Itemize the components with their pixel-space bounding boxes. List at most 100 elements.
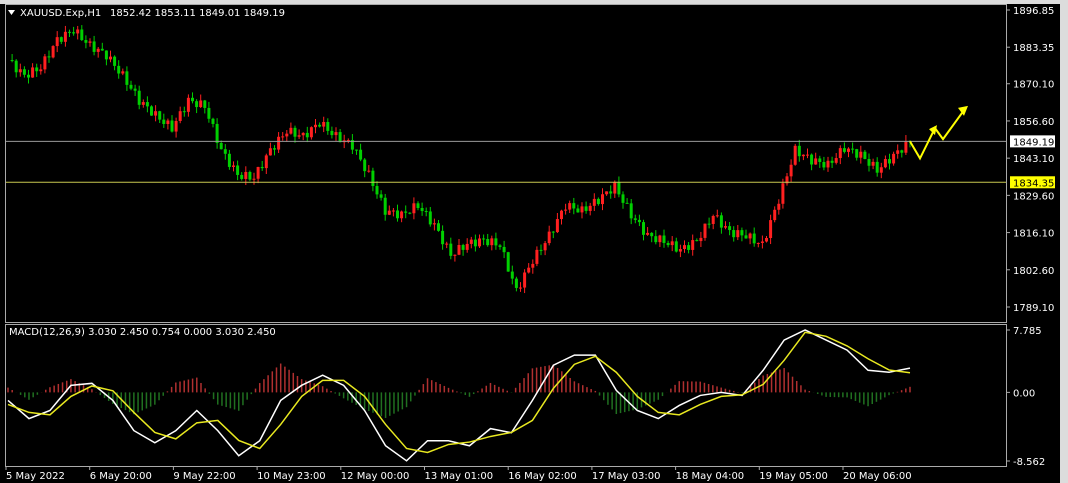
candle-body: [678, 249, 682, 252]
candle-body: [84, 40, 88, 43]
candle-body: [867, 159, 871, 166]
candle-body: [145, 102, 149, 107]
candle-body: [691, 240, 695, 250]
candle-body: [543, 243, 547, 251]
candle-body: [281, 136, 285, 138]
candle-body: [277, 136, 281, 150]
time-tick-label: 20 May 06:00: [843, 471, 912, 482]
candle-body: [851, 148, 855, 150]
level-price-label: 1834.35: [1013, 178, 1054, 189]
candle-body: [748, 233, 752, 239]
candle-body: [305, 132, 309, 138]
time-tick-label: 16 May 02:00: [508, 471, 577, 482]
candle-body: [416, 203, 420, 209]
candle-body: [760, 241, 764, 243]
candle-body: [576, 208, 580, 213]
candle-body: [773, 209, 777, 221]
candle-body: [59, 37, 63, 42]
candle-body: [289, 127, 293, 134]
candle-body: [465, 243, 469, 250]
candle-body: [178, 111, 182, 121]
candle-body: [363, 159, 367, 172]
candle-body: [207, 107, 211, 119]
time-tick-label: 10 May 23:00: [257, 471, 326, 482]
candle-body: [80, 29, 84, 41]
macd-tick-label: 7.785: [1013, 326, 1042, 337]
candle-body: [531, 263, 535, 268]
candle-body: [268, 148, 272, 156]
candle-body: [879, 167, 883, 173]
candle-body: [158, 111, 162, 120]
candle-body: [301, 132, 305, 136]
candle-body: [432, 223, 436, 225]
candle-body: [609, 191, 613, 194]
candle-body: [55, 37, 59, 47]
candle-body: [658, 235, 662, 243]
candle-body: [96, 48, 100, 52]
candle-body: [732, 230, 736, 238]
candle-body: [596, 198, 600, 205]
candle-body: [412, 203, 416, 214]
candle-body: [699, 237, 703, 242]
candle-body: [584, 206, 588, 211]
candle-body: [642, 222, 645, 235]
candle-body: [170, 120, 174, 132]
candle-body: [695, 240, 699, 242]
candle-body: [847, 148, 850, 152]
candle-body: [560, 210, 563, 220]
candle-body: [715, 215, 719, 217]
candle-body: [31, 67, 35, 78]
candle-body: [514, 278, 518, 288]
candle-body: [650, 232, 654, 237]
candle-body: [141, 102, 145, 105]
candle-body: [625, 202, 629, 204]
candle-body: [186, 97, 190, 112]
candle-body: [326, 121, 330, 131]
candle-body: [646, 232, 650, 235]
candle-body: [592, 198, 596, 206]
candle-body: [109, 56, 112, 60]
candle-body: [822, 161, 826, 168]
candle-body: [92, 41, 96, 52]
candle-body: [318, 124, 322, 127]
candle-body: [740, 230, 744, 236]
candle-body: [260, 166, 264, 169]
candle-body: [252, 178, 256, 180]
candle-body: [223, 149, 227, 154]
trading-chart[interactable]: 1896.85 1883.35 1870.10 1856.60 1843.10 1829.…: [0, 0, 1068, 483]
candle-body: [273, 148, 276, 150]
candle-body: [72, 32, 76, 34]
macd-tick-label: -8.562: [1013, 457, 1045, 468]
candle-body: [683, 245, 686, 250]
candle-body: [765, 238, 768, 242]
candle-body: [338, 132, 342, 143]
candle-body: [404, 211, 408, 213]
candle-body: [670, 241, 674, 246]
time-tick-label: 19 May 05:00: [759, 471, 828, 482]
candle-body: [510, 271, 514, 279]
candle-body: [752, 233, 756, 244]
candle-body: [830, 160, 834, 163]
candle-body: [736, 230, 740, 238]
candle-body: [375, 186, 379, 195]
candle-body: [461, 245, 465, 250]
candle-body: [248, 171, 252, 180]
candle-body: [330, 130, 334, 136]
candle-body: [789, 164, 793, 177]
price-tick-label: 1829.60: [1013, 191, 1054, 202]
candle-body: [744, 235, 748, 239]
candle-body: [605, 191, 609, 195]
candle-body: [564, 209, 568, 211]
candle-body: [617, 182, 621, 195]
candle-body: [494, 238, 498, 246]
candle-body: [687, 245, 691, 250]
price-tick-label: 1789.10: [1013, 303, 1054, 314]
candle-body: [801, 154, 805, 157]
candle-body: [855, 149, 859, 158]
candle-body: [769, 220, 773, 239]
price-tick-label: 1802.60: [1013, 266, 1054, 277]
candle-body: [539, 249, 543, 251]
candle-body: [379, 194, 383, 198]
candle-body: [568, 203, 572, 210]
candle-body: [506, 252, 510, 272]
